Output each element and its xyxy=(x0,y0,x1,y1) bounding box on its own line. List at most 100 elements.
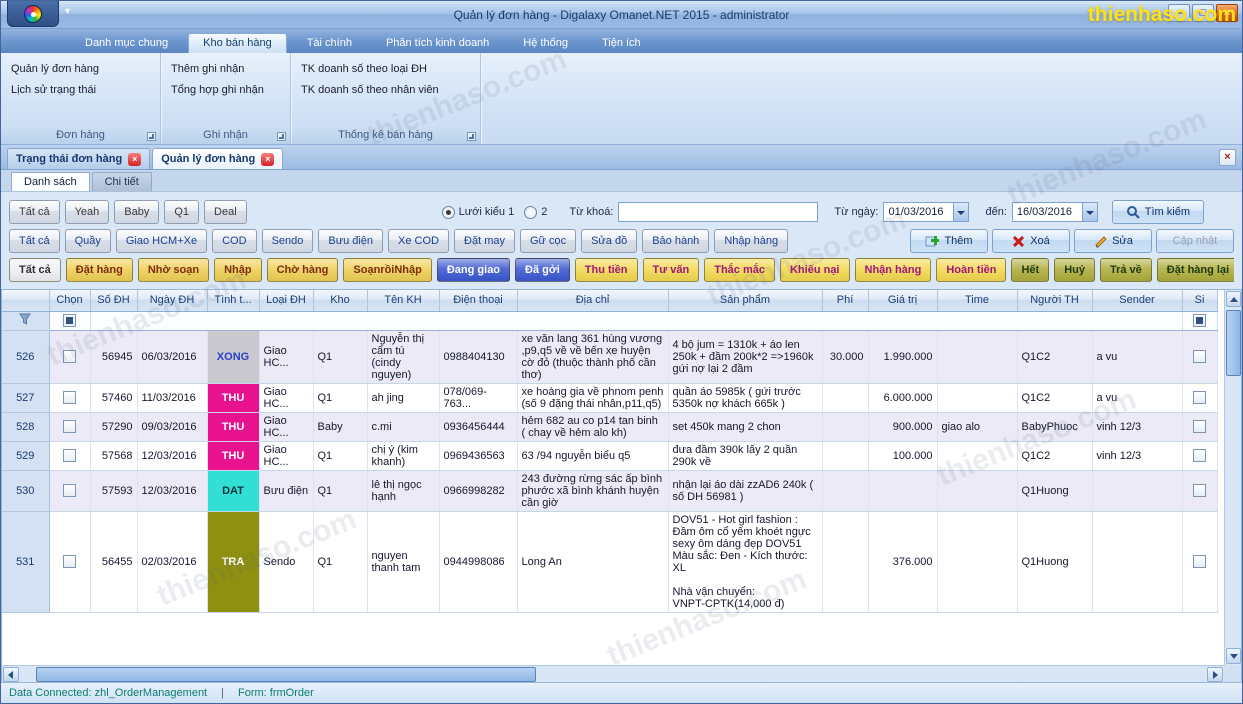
scroll-down-icon[interactable] xyxy=(1226,648,1241,664)
table-row[interactable]: 528 57290 09/03/2016 THU Giao HC... Baby… xyxy=(2,412,1217,441)
doc-tab-quan-ly-don-hang[interactable]: Quản lý đơn hàng × xyxy=(152,148,283,169)
close-document-button[interactable]: × xyxy=(1219,149,1236,166)
order-type-filter-button[interactable]: Giao HCM+Xe xyxy=(116,229,207,253)
row-si-checkbox[interactable] xyxy=(1193,484,1206,497)
column-header[interactable]: Người TH xyxy=(1017,290,1092,311)
row-select-checkbox[interactable] xyxy=(63,555,76,568)
vertical-scroll-thumb[interactable] xyxy=(1226,310,1241,376)
row-si-checkbox[interactable] xyxy=(1193,350,1206,363)
dropdown-arrow-icon[interactable] xyxy=(1082,203,1097,221)
column-header[interactable]: Chọn xyxy=(49,290,90,311)
column-header[interactable]: Sản phẩm xyxy=(668,290,822,311)
quick-access-dropdown-icon[interactable]: ▾ xyxy=(65,6,70,17)
ribbon-item-lich-su-trang-thai[interactable]: Lịch sử trạng thái xyxy=(11,84,160,96)
update-button[interactable]: Cập nhật xyxy=(1156,229,1234,253)
tab-he-thong[interactable]: Hệ thống xyxy=(509,34,582,53)
edit-button[interactable]: Sửa xyxy=(1074,229,1152,253)
warehouse-filter-button[interactable]: Tất cả xyxy=(9,200,60,224)
maximize-button[interactable]: □ xyxy=(1192,4,1214,22)
status-filter-button[interactable]: Nhờ soạn xyxy=(138,258,209,282)
tab-phan-tich-kinh-doanh[interactable]: Phân tích kinh doanh xyxy=(372,34,503,53)
tab-close-icon[interactable]: × xyxy=(261,153,274,166)
minimize-button[interactable]: – xyxy=(1168,4,1190,22)
search-button[interactable]: Tìm kiếm xyxy=(1112,200,1204,224)
filter-empty-cells[interactable] xyxy=(90,311,1182,330)
ribbon-item-tong-hop-ghi-nhan[interactable]: Tổng hợp ghi nhận xyxy=(171,84,290,96)
column-header[interactable]: Tình t... xyxy=(207,290,259,311)
ribbon-item-quan-ly-don-hang[interactable]: Quản lý đơn hàng xyxy=(11,63,160,75)
scroll-left-icon[interactable] xyxy=(3,667,19,682)
status-filter-button[interactable]: Hoàn tiền xyxy=(936,258,1006,282)
status-filter-button[interactable]: Đặt hàng lại xyxy=(1157,258,1234,282)
horizontal-scrollbar[interactable] xyxy=(2,665,1224,682)
column-header[interactable]: Time xyxy=(937,290,1017,311)
app-menu-button[interactable] xyxy=(7,1,59,27)
status-filter-button[interactable]: Thắc mắc xyxy=(704,258,775,282)
tab-kho-ban-hang[interactable]: Kho bán hàng xyxy=(188,33,287,53)
column-header[interactable] xyxy=(2,290,49,311)
table-row[interactable]: 531 56455 02/03/2016 TRA Sendo Q1 nguyen… xyxy=(2,511,1217,612)
order-type-filter-button[interactable]: Tất cả xyxy=(9,229,60,253)
column-header[interactable]: Điện thoại xyxy=(439,290,517,311)
order-type-filter-button[interactable]: Đặt may xyxy=(454,229,515,253)
dialog-launcher-icon[interactable] xyxy=(277,132,286,141)
status-filter-button[interactable]: Tư vấn xyxy=(643,258,700,282)
horizontal-scroll-thumb[interactable] xyxy=(36,667,536,682)
grid-style-1-radio[interactable] xyxy=(442,206,455,219)
select-all-si-checkbox[interactable] xyxy=(1193,314,1206,327)
column-header[interactable]: Loại ĐH xyxy=(259,290,313,311)
status-filter-button[interactable]: Hết xyxy=(1011,258,1049,282)
status-filter-button[interactable]: Nhận hàng xyxy=(855,258,932,282)
warehouse-filter-button[interactable]: Q1 xyxy=(164,200,199,224)
order-type-filter-button[interactable]: Nhập hàng xyxy=(714,229,788,253)
column-header[interactable]: Si xyxy=(1182,290,1217,311)
from-date-picker[interactable]: 01/03/2016 xyxy=(883,202,969,222)
column-header[interactable]: Tên KH xyxy=(367,290,439,311)
row-select-checkbox[interactable] xyxy=(63,484,76,497)
row-select-checkbox[interactable] xyxy=(63,420,76,433)
column-header[interactable]: Ngày ĐH xyxy=(137,290,207,311)
warehouse-filter-button[interactable]: Baby xyxy=(114,200,159,224)
tab-danh-sach[interactable]: Danh sách xyxy=(11,172,90,191)
to-date-picker[interactable]: 16/03/2016 xyxy=(1012,202,1098,222)
status-filter-button[interactable]: Đã gởi xyxy=(515,258,570,282)
grid-filter-row[interactable] xyxy=(2,311,1217,330)
warehouse-filter-button[interactable]: Yeah xyxy=(65,200,110,224)
dialog-launcher-icon[interactable] xyxy=(467,132,476,141)
dialog-launcher-icon[interactable] xyxy=(147,132,156,141)
tab-chi-tiet[interactable]: Chi tiết xyxy=(92,172,152,191)
scroll-up-icon[interactable] xyxy=(1226,291,1241,307)
status-filter-button[interactable]: Đang giao xyxy=(437,258,510,282)
tab-close-icon[interactable]: × xyxy=(128,153,141,166)
order-type-filter-button[interactable]: COD xyxy=(212,229,256,253)
tab-tien-ich[interactable]: Tiện ích xyxy=(588,34,655,53)
column-header[interactable]: Phí xyxy=(822,290,868,311)
status-filter-button[interactable]: Khiếu nại xyxy=(780,258,850,282)
row-si-checkbox[interactable] xyxy=(1193,555,1206,568)
table-row[interactable]: 529 57568 12/03/2016 THU Giao HC... Q1 c… xyxy=(2,441,1217,470)
warehouse-filter-button[interactable]: Deal xyxy=(204,200,247,224)
column-header[interactable]: Kho xyxy=(313,290,367,311)
order-type-filter-button[interactable]: Xe COD xyxy=(388,229,449,253)
row-select-checkbox[interactable] xyxy=(63,350,76,363)
close-button[interactable]: × xyxy=(1216,4,1238,22)
column-header[interactable]: Địa chỉ xyxy=(517,290,668,311)
dropdown-arrow-icon[interactable] xyxy=(953,203,968,221)
column-header[interactable]: Sender xyxy=(1092,290,1182,311)
doc-tab-trang-thai-don-hang[interactable]: Trạng thái đơn hàng × xyxy=(7,148,150,169)
order-type-filter-button[interactable]: Bưu điện xyxy=(318,229,383,253)
order-type-filter-button[interactable]: Gữ cọc xyxy=(520,229,576,253)
table-row[interactable]: 527 57460 11/03/2016 THU Giao HC... Q1 a… xyxy=(2,383,1217,412)
scroll-right-icon[interactable] xyxy=(1207,667,1223,682)
status-filter-button[interactable]: Tất cả xyxy=(9,258,61,282)
column-header[interactable]: Giá trị xyxy=(868,290,937,311)
ribbon-item-tk-theo-loai-dh[interactable]: TK doanh số theo loại ĐH xyxy=(301,63,480,75)
select-all-checkbox[interactable] xyxy=(63,314,76,327)
tab-danh-muc-chung[interactable]: Danh mục chung xyxy=(71,34,182,53)
vertical-scrollbar[interactable] xyxy=(1224,290,1241,665)
keyword-input[interactable] xyxy=(618,202,818,222)
status-filter-button[interactable]: Thu tiền xyxy=(575,258,638,282)
order-type-filter-button[interactable]: Sendo xyxy=(262,229,314,253)
row-si-checkbox[interactable] xyxy=(1193,420,1206,433)
ribbon-item-them-ghi-nhan[interactable]: Thêm ghi nhận xyxy=(171,63,290,75)
